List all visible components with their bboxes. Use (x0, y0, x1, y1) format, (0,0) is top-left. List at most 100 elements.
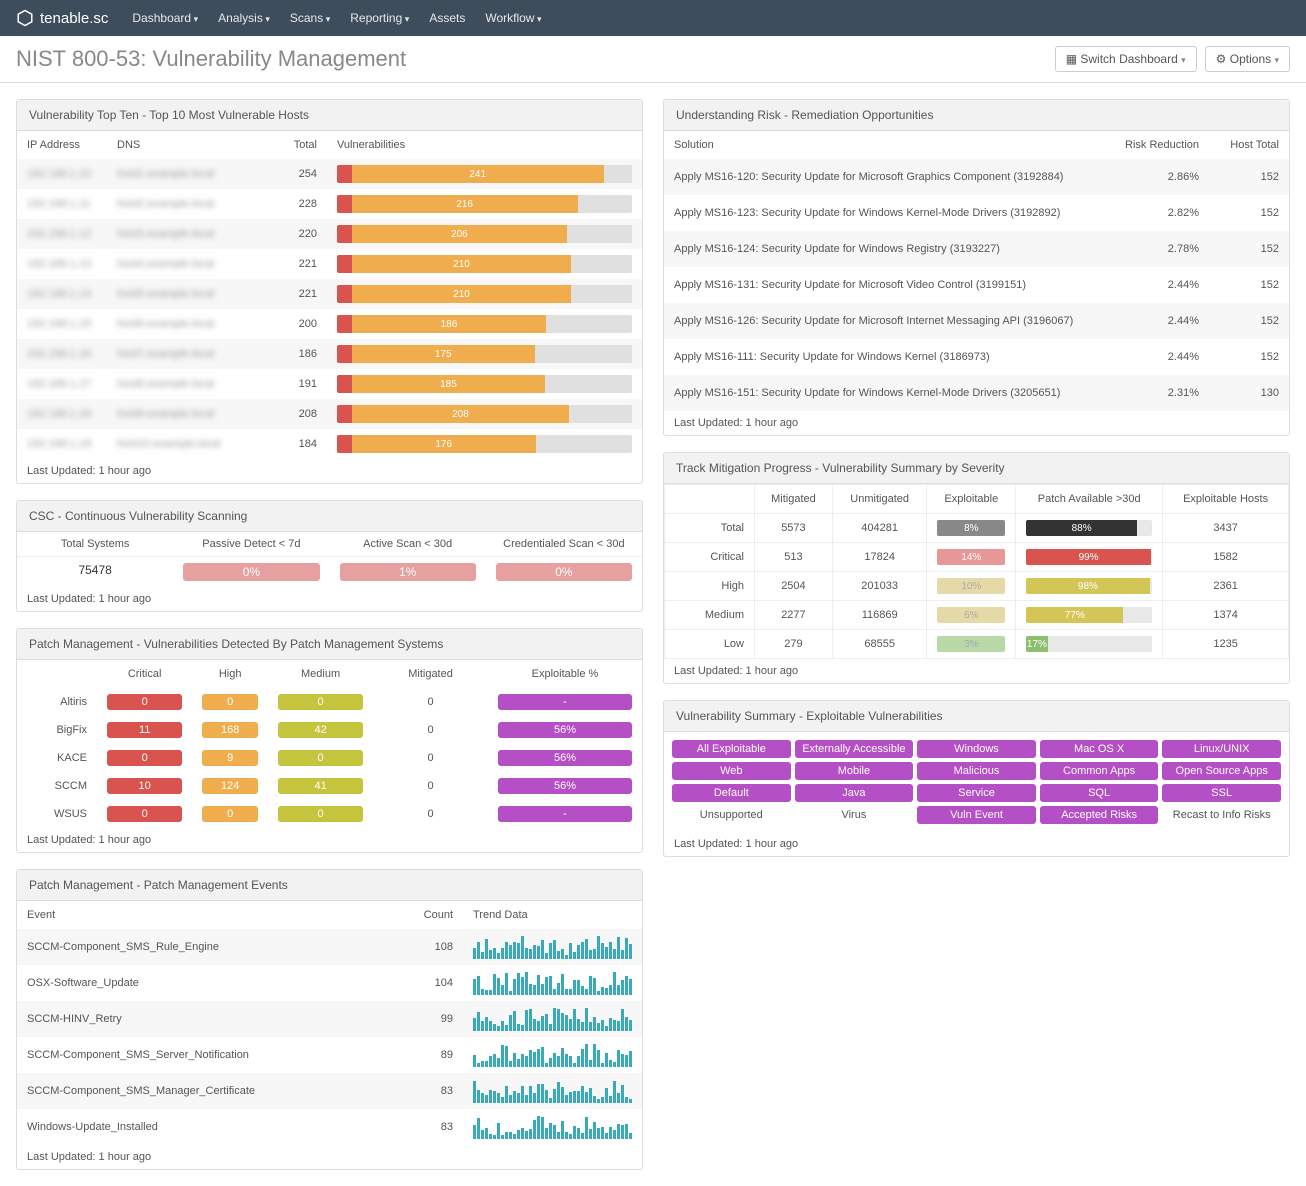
table-row[interactable]: SCCM-Component_SMS_Rule_Engine 108 (17, 929, 642, 965)
tag-common-apps[interactable]: Common Apps (1040, 762, 1159, 780)
tag-all-exploitable[interactable]: All Exploitable (672, 740, 791, 758)
medium-badge[interactable]: 0 (278, 750, 363, 766)
col-header: Critical (97, 660, 192, 688)
patch-available-bar[interactable]: 17% (1026, 636, 1152, 652)
critical-badge[interactable]: 0 (107, 694, 182, 710)
exploitable-badge[interactable]: - (498, 694, 632, 710)
high-badge[interactable]: 168 (202, 722, 258, 738)
risk-reduction-value: 2.78% (1109, 231, 1209, 267)
table-row[interactable]: 192.168.1.17 host8.example.local 191 185 (17, 369, 642, 399)
critical-badge[interactable]: 0 (107, 806, 182, 822)
brand-logo[interactable]: tenable.sc (16, 9, 108, 27)
mitigated-value: 513 (755, 543, 833, 572)
tag-service[interactable]: Service (917, 784, 1036, 802)
csc-col-header: Credentialed Scan < 30d (486, 532, 642, 556)
table-row[interactable]: Apply MS16-120: Security Update for Micr… (664, 159, 1289, 195)
table-row[interactable]: 192.168.1.13 host4.example.local 221 210 (17, 249, 642, 279)
exploitable-badge[interactable]: - (498, 806, 632, 822)
tag-vuln-event[interactable]: Vuln Event (917, 806, 1036, 824)
nav-item-assets[interactable]: Assets (429, 11, 465, 25)
table-row[interactable]: Apply MS16-151: Security Update for Wind… (664, 375, 1289, 411)
total-value: 220 (277, 219, 327, 249)
total-value: 186 (277, 339, 327, 369)
table-row: KACE 0 9 0 0 56% (17, 744, 642, 772)
table-row[interactable]: Apply MS16-124: Security Update for Wind… (664, 231, 1289, 267)
panel-title: Patch Management - Vulnerabilities Detec… (17, 629, 642, 660)
nav-item-workflow[interactable]: Workflow (485, 11, 541, 25)
csc-value[interactable]: 75478 (17, 557, 173, 587)
tag-web[interactable]: Web (672, 762, 791, 780)
tag-accepted-risks[interactable]: Accepted Risks (1040, 806, 1159, 824)
exploitable-bar[interactable]: 8% (937, 520, 1005, 536)
high-badge[interactable]: 9 (202, 750, 258, 766)
sparkline (473, 935, 632, 959)
left-column: Vulnerability Top Ten - Top 10 Most Vuln… (16, 99, 643, 1170)
critical-badge[interactable]: 10 (107, 778, 182, 794)
tag-default[interactable]: Default (672, 784, 791, 802)
col-header: Patch Available >30d (1016, 485, 1163, 514)
table-row[interactable]: 192.168.1.12 host3.example.local 220 206 (17, 219, 642, 249)
table-row[interactable]: 192.168.1.16 host7.example.local 186 175 (17, 339, 642, 369)
nav-item-dashboard[interactable]: Dashboard (132, 11, 198, 25)
table-row[interactable]: SCCM-HINV_Retry 99 (17, 1001, 642, 1037)
table-row[interactable]: 192.168.1.19 host10.example.local 184 17… (17, 429, 642, 459)
severity-name: Total (665, 514, 755, 543)
solution-text: Apply MS16-124: Security Update for Wind… (664, 231, 1109, 267)
exploitable-bar[interactable]: 3% (937, 636, 1005, 652)
table-row[interactable]: 192.168.1.18 host9.example.local 208 208 (17, 399, 642, 429)
tag-linux-unix[interactable]: Linux/UNIX (1162, 740, 1281, 758)
csc-value[interactable]: 0% (173, 557, 329, 587)
table-row[interactable]: 192.168.1.10 host1.example.local 254 241 (17, 159, 642, 189)
table-row[interactable]: SCCM-Component_SMS_Manager_Certificate 8… (17, 1073, 642, 1109)
medium-badge[interactable]: 42 (278, 722, 363, 738)
table-row[interactable]: OSX-Software_Update 104 (17, 965, 642, 1001)
tag-java[interactable]: Java (795, 784, 914, 802)
tag-externally-accessible[interactable]: Externally Accessible (795, 740, 914, 758)
high-badge[interactable]: 0 (202, 806, 258, 822)
medium-badge[interactable]: 0 (278, 806, 363, 822)
table-row[interactable]: Apply MS16-123: Security Update for Wind… (664, 195, 1289, 231)
high-badge[interactable]: 0 (202, 694, 258, 710)
patch-available-bar[interactable]: 99% (1026, 549, 1152, 565)
tag-open-source-apps[interactable]: Open Source Apps (1162, 762, 1281, 780)
patch-available-bar[interactable]: 98% (1026, 578, 1152, 594)
risk-reduction-value: 2.44% (1109, 267, 1209, 303)
patch-available-bar[interactable]: 77% (1026, 607, 1152, 623)
table-row[interactable]: SCCM-Component_SMS_Server_Notification 8… (17, 1037, 642, 1073)
nav-item-reporting[interactable]: Reporting (350, 11, 409, 25)
high-badge[interactable]: 124 (202, 778, 258, 794)
exploitable-bar[interactable]: 10% (937, 578, 1005, 594)
table-row[interactable]: 192.168.1.14 host5.example.local 221 210 (17, 279, 642, 309)
csc-value[interactable]: 0% (486, 557, 642, 587)
table-row[interactable]: Apply MS16-131: Security Update for Micr… (664, 267, 1289, 303)
switch-dashboard-button[interactable]: ▦ Switch Dashboard (1055, 46, 1197, 72)
table-row[interactable]: 192.168.1.11 host2.example.local 228 216 (17, 189, 642, 219)
nav-item-scans[interactable]: Scans (290, 11, 330, 25)
tag-windows[interactable]: Windows (917, 740, 1036, 758)
critical-badge[interactable]: 0 (107, 750, 182, 766)
nav-item-analysis[interactable]: Analysis (218, 11, 270, 25)
tag-ssl[interactable]: SSL (1162, 784, 1281, 802)
critical-badge[interactable]: 11 (107, 722, 182, 738)
medium-badge[interactable]: 41 (278, 778, 363, 794)
exploitable-badge[interactable]: 56% (498, 722, 632, 738)
exploitable-badge[interactable]: 56% (498, 778, 632, 794)
tag-malicious[interactable]: Malicious (917, 762, 1036, 780)
exploitable-badge[interactable]: 56% (498, 750, 632, 766)
exploitable-bar[interactable]: 14% (937, 549, 1005, 565)
table-row[interactable]: Apply MS16-126: Security Update for Micr… (664, 303, 1289, 339)
table-row[interactable]: Apply MS16-111: Security Update for Wind… (664, 339, 1289, 375)
tag-mac-os-x[interactable]: Mac OS X (1040, 740, 1159, 758)
tag-sql[interactable]: SQL (1040, 784, 1159, 802)
patch-available-bar[interactable]: 88% (1026, 520, 1152, 536)
options-button[interactable]: ⚙ Options (1205, 46, 1290, 72)
table-row[interactable]: Windows-Update_Installed 83 (17, 1109, 642, 1145)
medium-badge[interactable]: 0 (278, 694, 363, 710)
panel-footer: Last Updated: 1 hour ago (17, 459, 642, 483)
tag-mobile[interactable]: Mobile (795, 762, 914, 780)
exploitable-bar[interactable]: 6% (937, 607, 1005, 623)
system-name: KACE (17, 744, 97, 772)
table-row[interactable]: 192.168.1.15 host6.example.local 200 186 (17, 309, 642, 339)
csc-value[interactable]: 1% (330, 557, 486, 587)
col-ip: IP Address (17, 131, 107, 159)
